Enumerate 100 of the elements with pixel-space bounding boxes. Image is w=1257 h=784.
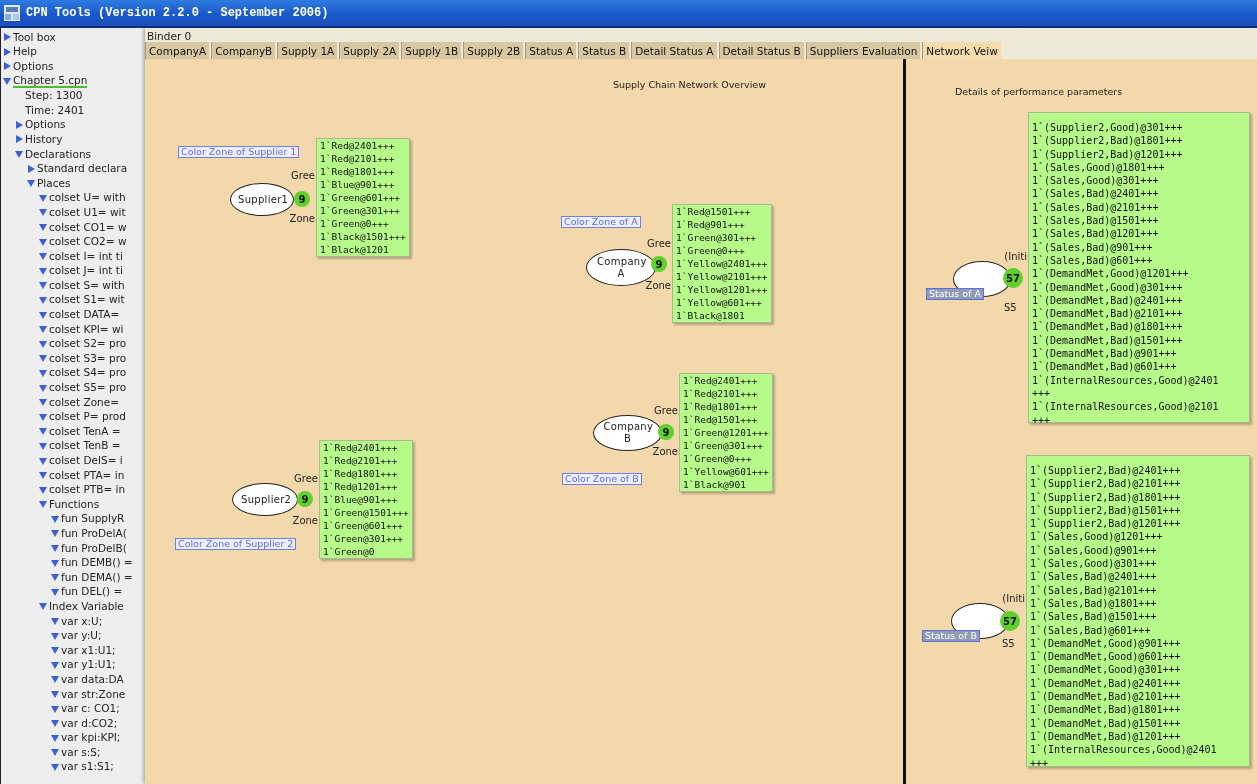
tree-item[interactable]: var y:U; [61, 629, 102, 643]
tree-item[interactable]: fun SupplyR [61, 512, 125, 526]
expanded-arrow-icon[interactable] [39, 266, 47, 275]
tree-item[interactable]: colset I= int ti [49, 249, 123, 263]
expanded-arrow-icon[interactable] [39, 383, 47, 392]
expanded-arrow-icon[interactable] [51, 558, 59, 567]
expanded-arrow-icon[interactable] [39, 193, 47, 202]
page-tab[interactable]: Detail Status A [631, 42, 717, 59]
expanded-arrow-icon[interactable] [39, 281, 47, 290]
tree-item[interactable]: colset P= prod [49, 410, 126, 424]
expanded-arrow-icon[interactable] [39, 237, 47, 246]
expanded-arrow-icon[interactable] [51, 675, 59, 684]
tree-item[interactable]: var str:Zone [61, 687, 126, 701]
expanded-arrow-icon[interactable] [39, 500, 47, 509]
expanded-arrow-icon[interactable] [39, 441, 47, 450]
place-ellipse[interactable]: Supplier1 [230, 183, 294, 216]
tree-item[interactable]: var s1:S1; [61, 760, 114, 774]
expanded-arrow-icon[interactable] [51, 646, 59, 655]
place-label[interactable]: Color Zone of Supplier 2 [175, 538, 297, 550]
expanded-arrow-icon[interactable] [39, 427, 47, 436]
tree-item[interactable]: colset U= with [49, 191, 126, 205]
collapsed-arrow-icon[interactable] [15, 120, 23, 129]
page-tab[interactable]: Suppliers Evaluation [805, 42, 921, 59]
expanded-arrow-icon[interactable] [51, 690, 59, 698]
token-count[interactable]: 9 [294, 191, 310, 207]
expanded-arrow-icon[interactable] [51, 763, 59, 771]
tree-item[interactable]: var d:CO2; [61, 716, 118, 730]
tree-item[interactable]: colset DelS= i [49, 454, 123, 467]
tree-item[interactable]: Places [37, 176, 71, 190]
place-label[interactable]: Color Zone of Supplier 1 [178, 146, 300, 158]
place-label[interactable]: Color Zone of B [562, 473, 642, 485]
expanded-arrow-icon[interactable] [39, 325, 47, 334]
expanded-arrow-icon[interactable] [39, 208, 47, 217]
expanded-arrow-icon[interactable] [51, 748, 59, 757]
tree-item[interactable]: colset Zone= [49, 395, 120, 409]
expanded-arrow-icon[interactable] [51, 617, 59, 626]
tree-item[interactable]: Standard declara [37, 162, 128, 176]
expanded-arrow-icon[interactable] [39, 471, 47, 480]
expanded-arrow-icon[interactable] [39, 398, 47, 407]
expanded-arrow-icon[interactable] [51, 660, 59, 669]
expanded-arrow-icon[interactable] [39, 339, 47, 348]
expanded-arrow-icon[interactable] [51, 587, 59, 596]
tree-item[interactable]: Time: 2401 [25, 103, 85, 117]
tree-item[interactable]: colset S= with [49, 278, 125, 292]
expanded-arrow-icon[interactable] [51, 573, 59, 582]
tree-item[interactable]: colset CO1= w [49, 220, 127, 234]
page-tab[interactable]: Supply 1A [277, 42, 338, 59]
expanded-arrow-icon[interactable] [39, 368, 47, 377]
page-tab[interactable]: CompanyB [211, 42, 276, 59]
tree-item[interactable]: colset TenA = [49, 424, 121, 438]
tree-item[interactable]: colset J= int ti [49, 264, 123, 278]
token-count[interactable]: 57 [1003, 268, 1023, 288]
tree-item[interactable]: fun ProDelB( [61, 541, 127, 555]
tree-item[interactable]: Options [25, 118, 66, 132]
tree-item[interactable]: colset TenB = [49, 439, 121, 453]
token-count[interactable]: 9 [651, 256, 667, 272]
expanded-arrow-icon[interactable] [51, 544, 59, 553]
collapsed-arrow-icon[interactable] [3, 62, 11, 71]
collapsed-arrow-icon[interactable] [27, 164, 35, 173]
tree-item[interactable]: fun DEL() = [61, 585, 123, 599]
tree-item[interactable]: Options [13, 60, 54, 73]
tree-item[interactable]: colset S2= pro [49, 337, 127, 351]
expanded-arrow-icon[interactable] [3, 77, 11, 86]
expanded-arrow-icon[interactable] [39, 485, 47, 494]
expanded-arrow-icon[interactable] [51, 529, 59, 538]
place-ellipse[interactable]: Supplier2 [232, 483, 298, 516]
tree-item[interactable]: fun DEMA() = [61, 570, 133, 584]
tree-item[interactable]: colset DATA= [49, 308, 120, 322]
collapsed-arrow-icon[interactable] [3, 47, 11, 56]
place-label[interactable]: Color Zone of A [561, 216, 641, 228]
tree-item[interactable]: colset S3= pro [49, 351, 127, 365]
expanded-arrow-icon[interactable] [39, 354, 47, 363]
page-tab[interactable]: Supply 2A [339, 42, 400, 59]
tree-item[interactable]: var x1:U1; [61, 643, 116, 657]
tree-item[interactable]: fun ProDelA( [61, 527, 127, 540]
expanded-arrow-icon[interactable] [39, 310, 47, 319]
tree-item[interactable]: colset U1= wit [49, 205, 126, 219]
tree-item[interactable]: colset S1= wit [49, 293, 125, 307]
token-count[interactable]: 9 [658, 424, 674, 440]
expanded-arrow-icon[interactable] [39, 602, 47, 611]
page-tab[interactable]: Supply 1B [401, 42, 462, 59]
page-tab[interactable]: Supply 2B [463, 42, 524, 59]
page-tab[interactable]: Network Veiw [922, 42, 1001, 59]
tree-item[interactable]: Help [13, 45, 37, 59]
expanded-arrow-icon[interactable] [51, 631, 59, 640]
tree-item[interactable]: colset CO2= w [49, 235, 127, 249]
token-count[interactable]: 9 [297, 491, 313, 507]
expanded-arrow-icon[interactable] [39, 456, 47, 465]
tree-item[interactable]: colset KPI= wi [49, 322, 124, 336]
page-tab[interactable]: Detail Status B [718, 42, 804, 59]
page-tab[interactable]: Status B [578, 42, 630, 59]
tree-item[interactable]: var x:U; [61, 614, 103, 628]
expanded-arrow-icon[interactable] [51, 719, 59, 728]
tree-item[interactable]: var y1:U1; [61, 658, 116, 672]
expanded-arrow-icon[interactable] [39, 252, 47, 261]
tree-item[interactable]: Index Variable [49, 599, 124, 613]
tree-item[interactable]: var kpi:KPI; [61, 731, 121, 745]
expanded-arrow-icon[interactable] [51, 704, 59, 713]
tree-item[interactable]: colset PTA= in [49, 468, 125, 482]
collapsed-arrow-icon[interactable] [15, 135, 23, 144]
